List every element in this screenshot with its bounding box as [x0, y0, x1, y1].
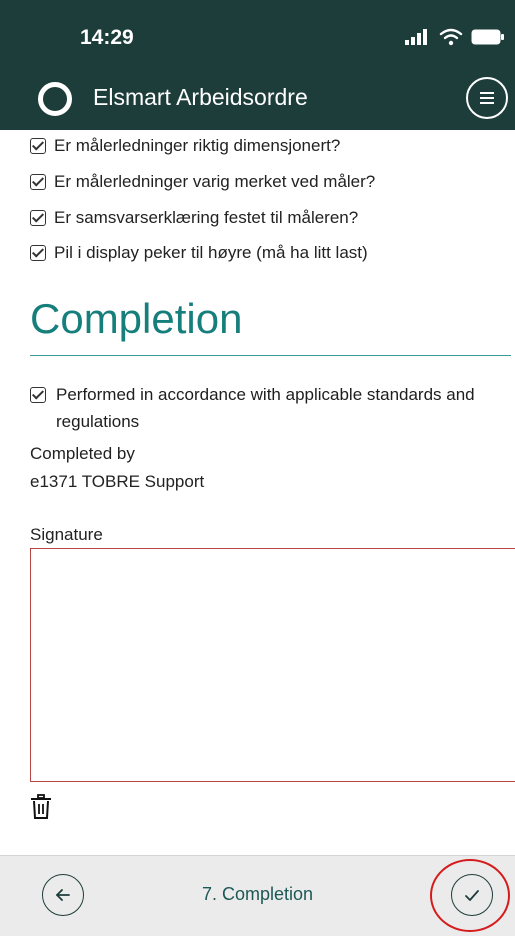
- status-icons: [405, 28, 505, 46]
- cellular-signal-icon: [405, 29, 427, 45]
- checkbox-checked-icon[interactable]: [30, 387, 46, 403]
- checkmark-icon: [465, 890, 479, 901]
- checkbox-checked-icon[interactable]: [30, 245, 46, 261]
- bottom-navigation: 7. Completion: [0, 855, 515, 936]
- signature-label: Signature: [30, 525, 103, 544]
- battery-icon: [471, 29, 504, 45]
- hamburger-menu-icon: [480, 92, 494, 94]
- checklist-item[interactable]: Er samsvarserklæring festet til måleren?: [30, 208, 358, 228]
- app-header: Elsmart Arbeidsordre: [0, 70, 515, 130]
- checklist-item-label: Er samsvarserklæring festet til måleren?: [54, 208, 359, 227]
- app-title: Elsmart Arbeidsordre: [93, 84, 308, 110]
- checkbox-checked-icon[interactable]: [30, 210, 46, 226]
- checklist-item-label: Er målerledninger riktig dimensjonert?: [54, 136, 341, 155]
- completed-by-value: e1371 TOBRE Support: [30, 472, 205, 491]
- circle-logo-icon: [38, 82, 72, 116]
- wifi-icon: [439, 28, 463, 46]
- checklist-item[interactable]: Pil i display peker til høyre (må ha lit…: [30, 243, 368, 263]
- checklist-item-label: Er målerledninger varig merket ved måler…: [54, 172, 376, 191]
- signature-pad[interactable]: [30, 548, 515, 782]
- checklist-item[interactable]: Er målerledninger riktig dimensjonert?: [30, 136, 340, 156]
- checkbox-checked-icon[interactable]: [30, 138, 46, 154]
- completed-by-label: Completed by: [30, 444, 135, 463]
- checkbox-checked-icon[interactable]: [30, 174, 46, 190]
- menu-button[interactable]: [466, 77, 508, 119]
- status-bar: 14:29: [0, 0, 515, 70]
- trash-icon[interactable]: [30, 794, 52, 820]
- section-title: Completion: [30, 295, 243, 342]
- section-divider: [30, 355, 511, 356]
- checklist-item-label: Pil i display peker til høyre (må ha lit…: [54, 243, 368, 262]
- compliance-checkbox-row[interactable]: Performed in accordance with applicable …: [30, 381, 500, 435]
- checklist-item[interactable]: Er målerledninger varig merket ved måler…: [30, 172, 375, 192]
- confirm-button[interactable]: [451, 874, 493, 916]
- compliance-label: Performed in accordance with applicable …: [56, 385, 475, 431]
- status-time: 14:29: [80, 26, 134, 49]
